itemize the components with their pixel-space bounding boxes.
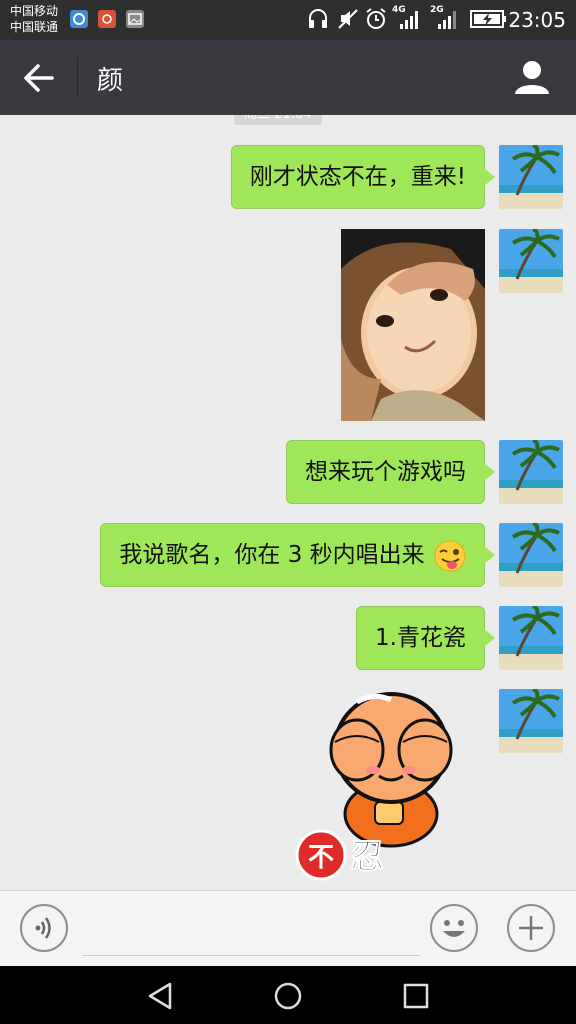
message-input[interactable]: [82, 905, 420, 956]
person-icon: [515, 61, 549, 94]
message-bubble[interactable]: 想来玩个游戏吗: [286, 440, 495, 504]
message-bubble[interactable]: 1.青花瓷: [356, 606, 495, 670]
sticker-caption: 不: [308, 843, 334, 873]
plus-icon: [519, 916, 543, 940]
avatar[interactable]: [499, 523, 563, 587]
message-timestamp: 周三 21:04: [234, 115, 322, 125]
message-image[interactable]: [341, 229, 485, 421]
home-circle-icon[interactable]: [272, 980, 304, 1012]
avatar[interactable]: [499, 229, 563, 293]
back-triangle-icon[interactable]: [144, 980, 176, 1012]
message-text: 1.青花瓷: [375, 625, 466, 651]
winking-tongue-emoji: [434, 540, 466, 571]
message-list[interactable]: 周三 21:04 刚才状态不在，重来!: [0, 115, 576, 890]
app-notification-icon: [70, 10, 88, 28]
svg-text:忍: 忍: [350, 837, 384, 877]
message-text: 刚才状态不在，重来!: [249, 164, 466, 190]
mute-icon: [338, 9, 358, 29]
headphones-icon: [309, 9, 327, 28]
input-bar: [0, 890, 576, 966]
avatar[interactable]: [499, 145, 563, 209]
voice-icon: [35, 917, 51, 939]
avatar[interactable]: [499, 440, 563, 504]
alarm-icon: [366, 8, 386, 29]
signal-icon: [400, 11, 418, 29]
message-bubble[interactable]: 刚才状态不在，重来!: [230, 145, 496, 209]
message-text: 我说歌名，你在 3 秒内唱出来: [119, 542, 425, 568]
back-button[interactable]: [18, 60, 58, 96]
gallery-notification-icon: [126, 10, 144, 28]
chat-header: 颜: [0, 40, 576, 115]
signal-icon: [438, 11, 456, 29]
smiley-icon: [434, 908, 474, 948]
emoji-button[interactable]: [430, 904, 478, 952]
more-options-button[interactable]: [507, 904, 555, 952]
contact-name: 颜: [97, 66, 124, 96]
message-bubble[interactable]: 我说歌名，你在 3 秒内唱出来: [100, 523, 495, 587]
contact-profile-button[interactable]: [510, 58, 554, 98]
status-bar: 中国移动 中国联通 4G 2G 23:05: [0, 0, 576, 40]
header-divider: [77, 58, 78, 96]
message-text: 想来玩个游戏吗: [305, 459, 466, 485]
message-sticker[interactable]: 不 忍: [295, 690, 455, 885]
arrow-left-icon: [24, 64, 54, 92]
app-notification-icon: [98, 10, 116, 28]
carrier-1: 中国移动: [10, 4, 59, 18]
avatar[interactable]: [499, 689, 563, 753]
battery-charging-icon: [470, 10, 506, 28]
clock: 23:05: [508, 8, 566, 32]
navigation-bar: [0, 966, 576, 1024]
carrier-2: 中国联通: [10, 20, 59, 34]
recents-square-icon[interactable]: [400, 980, 432, 1012]
voice-button[interactable]: [20, 904, 68, 952]
avatar[interactable]: [499, 606, 563, 670]
